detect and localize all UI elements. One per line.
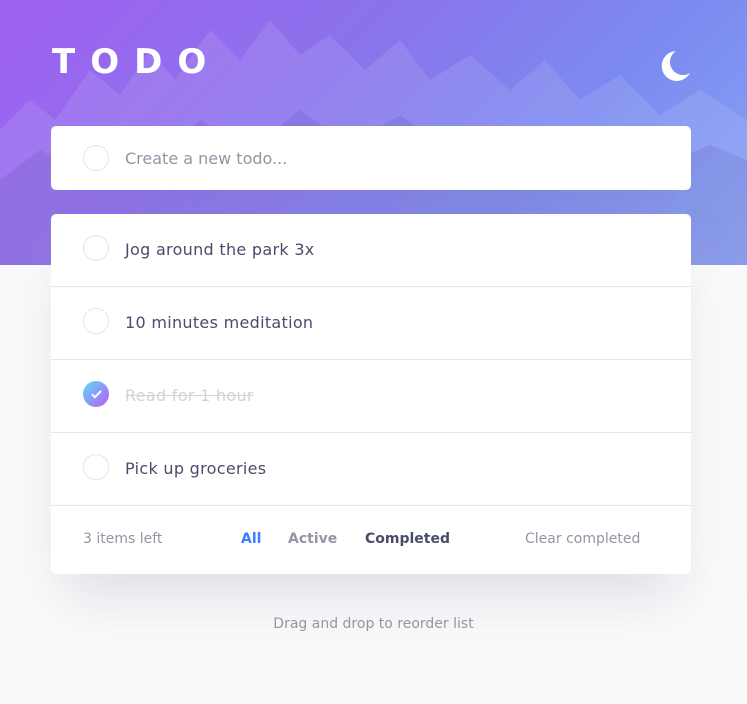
todo-list: Jog around the park 3x 10 minutes medita… (51, 214, 691, 574)
check-circle[interactable] (83, 308, 109, 334)
todo-label: Pick up groceries (125, 459, 267, 478)
filter-all-button[interactable]: All (241, 531, 261, 547)
todo-label: Jog around the park 3x (125, 240, 315, 259)
todo-item[interactable]: Read for 1 hour (51, 360, 691, 433)
checkmark-icon (91, 390, 102, 399)
moon-icon[interactable] (660, 49, 692, 83)
todo-label: 10 minutes meditation (125, 313, 314, 332)
filter-completed-button[interactable]: Completed (365, 531, 450, 547)
list-footer: 3 items left All Active Completed Clear … (51, 506, 691, 574)
todo-item[interactable]: Jog around the park 3x (51, 214, 691, 287)
todo-item[interactable]: Pick up groceries (51, 433, 691, 506)
items-left-count: 3 items left (83, 531, 163, 547)
check-circle-checked[interactable] (83, 381, 109, 407)
new-todo-input[interactable] (125, 142, 665, 174)
todo-label: Read for 1 hour (125, 386, 254, 405)
new-todo-card (51, 126, 691, 190)
new-todo-check-circle[interactable] (83, 145, 109, 171)
drag-hint: Drag and drop to reorder list (273, 616, 474, 632)
todo-item[interactable]: 10 minutes meditation (51, 287, 691, 360)
check-circle[interactable] (83, 235, 109, 261)
check-circle[interactable] (83, 454, 109, 480)
clear-completed-button[interactable]: Clear completed (525, 531, 640, 547)
filter-active-button[interactable]: Active (288, 531, 337, 547)
app-title: TODO (52, 42, 222, 82)
